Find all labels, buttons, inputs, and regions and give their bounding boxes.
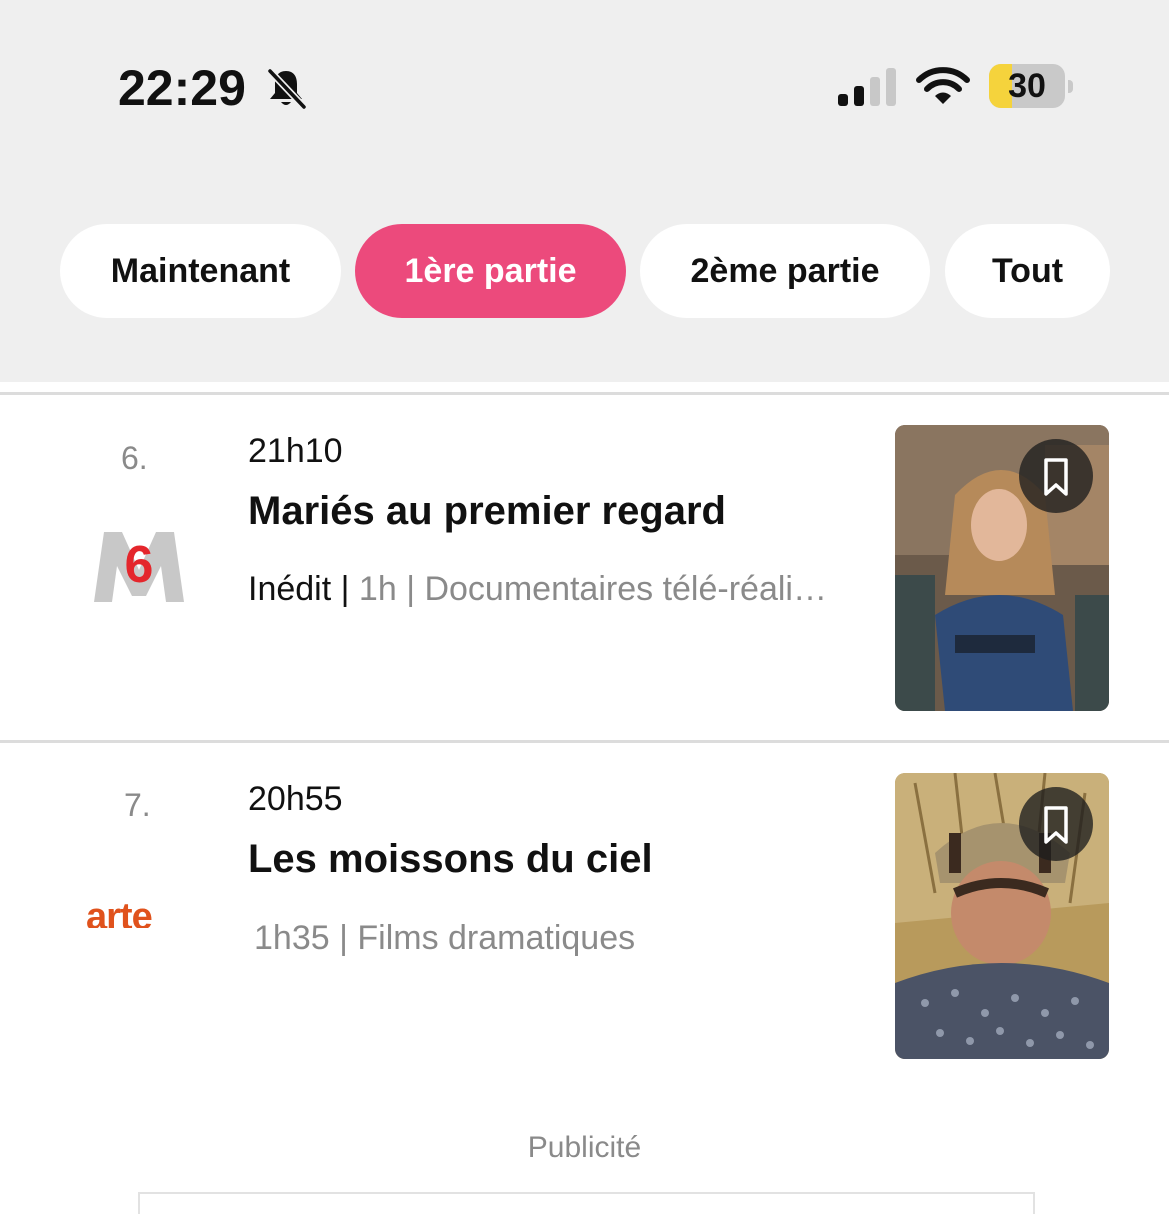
- program-rank: 6.: [121, 440, 148, 476]
- tab-tout[interactable]: Tout: [945, 224, 1110, 318]
- bookmark-icon: [1044, 458, 1068, 496]
- program-badge: Inédit |: [248, 570, 350, 608]
- tab-maintenant[interactable]: Maintenant: [60, 224, 341, 318]
- program-time: 20h55: [248, 780, 343, 818]
- program-duration: 1h: [358, 570, 397, 608]
- program-rank: 7.: [124, 787, 151, 823]
- status-time: 22:29: [118, 60, 246, 116]
- tab-1ere-partie[interactable]: 1ère partie: [355, 224, 626, 318]
- program-meta: 1h35 | Films dramatiques: [254, 917, 874, 959]
- program-meta: Inédit | 1h | Documentaires télé-réali…: [248, 568, 868, 610]
- program-title[interactable]: Mariés au premier regard: [248, 486, 726, 536]
- program-thumbnail[interactable]: [895, 773, 1109, 1059]
- program-thumbnail[interactable]: [895, 425, 1109, 711]
- tab-2eme-partie[interactable]: 2ème partie: [640, 224, 930, 318]
- battery-body: 30: [989, 64, 1065, 108]
- program-duration: 1h35: [254, 919, 330, 957]
- divider: [0, 392, 1169, 395]
- wifi-icon: [916, 67, 970, 104]
- program-genre: | Films dramatiques: [339, 919, 636, 957]
- cellular-signal-icon: [838, 68, 896, 106]
- header-area: 22:29 30 Maintenant 1ère partie 2ème par…: [0, 0, 1169, 382]
- bookmark-button[interactable]: [1019, 787, 1093, 861]
- bookmark-button[interactable]: [1019, 439, 1093, 513]
- bookmark-icon: [1044, 806, 1068, 844]
- divider: [0, 740, 1169, 743]
- program-genre: | Documentaires télé-réali…: [406, 570, 827, 608]
- program-time: 21h10: [248, 432, 343, 470]
- arte-logo: arte: [86, 896, 152, 928]
- m6-logo-text: 6: [125, 536, 154, 594]
- ad-label: Publicité: [527, 1131, 642, 1164]
- battery-icon: 30: [989, 64, 1067, 108]
- program-title[interactable]: Les moissons du ciel: [248, 834, 653, 884]
- battery-level: 30: [1008, 67, 1046, 105]
- ad-banner[interactable]: [138, 1192, 1035, 1214]
- battery-cap: [1068, 80, 1073, 93]
- m6-logo: 6: [94, 532, 184, 602]
- bell-slash-icon: [267, 68, 307, 110]
